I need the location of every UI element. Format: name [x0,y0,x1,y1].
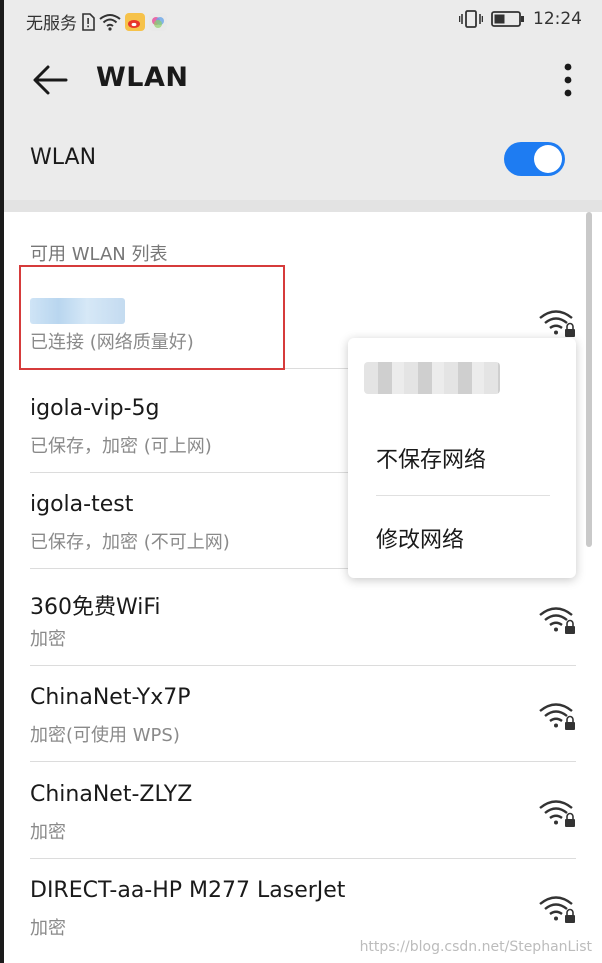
network-item[interactable]: ChinaNet-Yx7P 加密(可使用 WPS) [30,665,576,762]
forget-network-menu-item[interactable]: 不保存网络 [376,442,486,474]
carrier-text: 无服务 [26,14,77,34]
network-context-menu: 不保存网络 修改网络 [348,338,576,578]
app-bar: WLAN [4,40,602,120]
menu-divider [376,495,550,496]
wifi-lock-icon [539,896,575,923]
list-scrollbar[interactable] [586,212,592,547]
clock-text: 12:24 [533,9,582,29]
wlan-toggle-row[interactable]: WLAN [4,120,602,200]
wifi-lock-icon [539,607,575,634]
watermark: https://blog.csdn.net/StephanList [359,939,592,955]
network-status: 加密 [30,918,66,939]
obscured-menu-title [364,362,500,394]
arrow-left-icon[interactable] [32,64,68,96]
section-divider [4,200,602,212]
battery-icon [491,11,524,27]
wifi-lock-icon [539,703,575,730]
status-bar-left: 无服务 [26,9,167,34]
wlan-toggle-label: WLAN [30,145,97,170]
network-name: igola-vip-5g [30,396,160,421]
weibo-icon [125,12,145,31]
network-status: 加密(可使用 WPS) [30,725,180,746]
network-status: 已保存，加密 (不可上网) [30,532,230,553]
sim-alert-icon [82,12,95,31]
wlan-switch[interactable] [504,142,565,176]
network-status: 已保存，加密 (可上网) [30,436,212,457]
network-name: igola-test [30,492,134,517]
network-status: 加密 [30,629,66,650]
switch-knob [534,145,562,173]
wifi-lock-icon [539,310,575,337]
network-name: 360免费WiFi [30,595,161,620]
wifi-status-icon [99,13,121,31]
modify-network-menu-item[interactable]: 修改网络 [376,522,464,554]
status-bar-right: 12:24 [459,9,582,29]
network-name: ChinaNet-Yx7P [30,685,191,710]
network-item[interactable]: 360免费WiFi 加密 [30,569,576,666]
network-status: 加密 [30,822,66,843]
more-vert-icon[interactable] [558,60,578,100]
vibrate-icon [459,10,483,28]
status-bar: 无服务 12:24 [4,0,602,40]
section-header: 可用 WLAN 列表 [30,244,168,265]
wifi-lock-icon [539,800,575,827]
app-icon [149,12,167,31]
network-item[interactable]: ChinaNet-ZLYZ 加密 [30,762,576,859]
page-title: WLAN [96,62,189,93]
network-name: DIRECT-aa-HP M277 LaserJet [30,878,346,903]
network-name: ChinaNet-ZLYZ [30,782,193,807]
annotation-highlight-box [19,265,285,370]
